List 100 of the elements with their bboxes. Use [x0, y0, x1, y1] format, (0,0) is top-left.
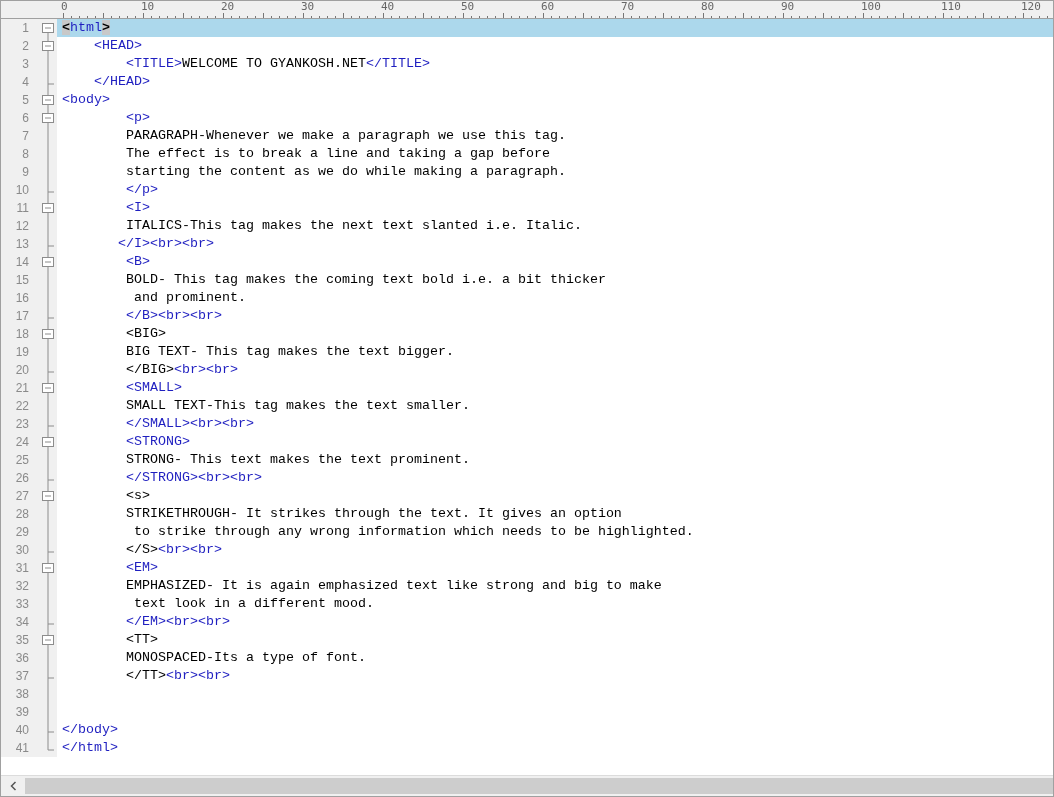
line-number: 18 — [14, 326, 29, 343]
line-number: 17 — [14, 308, 29, 325]
minus-box-icon[interactable] — [41, 559, 55, 577]
html-tag: </p> — [62, 182, 158, 197]
code-text: STRIKETHROUGH- It strikes through the text. It gives an option — [125, 506, 622, 521]
minus-box-icon[interactable] — [41, 109, 55, 127]
line-number: 27 — [14, 488, 29, 505]
ruler-number: 20 — [221, 1, 236, 13]
html-tag: </SMALL><br><br> — [62, 416, 254, 431]
minus-box-icon[interactable] — [41, 379, 55, 397]
line-number: 21 — [14, 380, 29, 397]
line-number: 29 — [14, 524, 29, 541]
line-number: 16 — [14, 290, 29, 307]
scrollbar-thumb[interactable] — [25, 778, 1053, 794]
line-number: 3 — [21, 56, 29, 73]
ruler-number: 110 — [941, 1, 962, 13]
line-number: 26 — [14, 470, 29, 487]
code-text: EMPHASIZED- It is again emphasized text like strong and big to make — [125, 578, 662, 593]
code-text: starting the content as we do while making a paragraph. — [125, 164, 566, 179]
line-number: 7 — [21, 128, 29, 145]
html-tag: <SMALL> — [62, 380, 182, 395]
code-text: WELCOME TO GYANKOSH.NET — [182, 56, 366, 71]
line-number: 20 — [14, 362, 29, 379]
ruler-number: 80 — [701, 1, 716, 13]
html-tag: <p> — [62, 110, 150, 125]
line-number: 39 — [14, 704, 29, 721]
minus-box-icon[interactable] — [41, 199, 55, 217]
html-tag: </TITLE> — [365, 56, 430, 71]
chevron-left-icon — [9, 781, 17, 791]
html-tag: <body> — [62, 92, 110, 107]
html-tag: <br><br> — [158, 542, 222, 557]
minus-box-icon[interactable] — [41, 253, 55, 271]
code-text: SMALL TEXT-This tag makes the text smaller. — [125, 398, 470, 413]
code-text: <TT> — [125, 632, 158, 647]
html-tag: </EM><br><br> — [62, 614, 230, 629]
html-tag: <I> — [62, 200, 150, 215]
line-number: 13 — [14, 236, 29, 253]
code-text: The effect is to break a line and taking a gap before — [125, 146, 550, 161]
line-number: 6 — [21, 110, 29, 127]
line-number: 11 — [15, 200, 29, 217]
code-text: </TT> — [125, 668, 166, 683]
line-number: 2 — [21, 38, 29, 55]
line-number: 10 — [14, 182, 29, 199]
code-text: </S> — [125, 542, 158, 557]
code-text: PARAGRAPH-Whenever we make a paragraph we use this tag. — [125, 128, 566, 143]
minus-box-icon[interactable] — [41, 433, 55, 451]
code-text: text look in a different mood. — [132, 596, 374, 611]
html-tag: <br><br> — [166, 668, 230, 683]
html-tag: </B><br><br> — [62, 308, 222, 323]
ruler-number: 0 — [61, 1, 69, 13]
line-number: 35 — [14, 632, 29, 649]
line-number: 36 — [14, 650, 29, 667]
ruler-number: 60 — [541, 1, 556, 13]
html-tag: <STRONG> — [62, 434, 190, 449]
line-number: 23 — [14, 416, 29, 433]
ruler-number: 40 — [381, 1, 396, 13]
code-text: ITALICS-This tag makes the next text slanted i.e. Italic. — [125, 218, 582, 233]
line-number: 28 — [14, 506, 29, 523]
ruler-number: 30 — [301, 1, 316, 13]
matched-bracket: < — [62, 20, 70, 35]
minus-box-icon[interactable] — [41, 37, 55, 55]
html-tag: <EM> — [62, 560, 158, 575]
html-tag: <br><br> — [174, 362, 238, 377]
line-number: 8 — [21, 146, 29, 163]
line-number: 25 — [14, 452, 29, 469]
line-number: 32 — [14, 578, 29, 595]
code-text: </BIG> — [125, 362, 174, 377]
minus-box-icon[interactable] — [41, 487, 55, 505]
ruler-number: 120 — [1021, 1, 1042, 13]
line-number: 24 — [14, 434, 29, 451]
code-text: STRONG- This text makes the text prominent. — [125, 452, 470, 467]
code-text: <s> — [125, 488, 150, 503]
code-text: <BIG> — [125, 326, 166, 341]
line-number: 19 — [14, 344, 29, 361]
ruler-number: 10 — [141, 1, 156, 13]
line-number: 5 — [21, 92, 29, 109]
line-number: 40 — [14, 722, 29, 739]
line-number: 38 — [14, 686, 29, 703]
ruler-number: 100 — [861, 1, 882, 13]
line-number: 41 — [14, 740, 29, 757]
line-number: 9 — [21, 164, 29, 181]
minus-box-icon[interactable] — [41, 325, 55, 343]
line-number: 1 — [21, 20, 29, 37]
html-tag: </STRONG><br><br> — [62, 470, 262, 485]
ruler-number: 90 — [781, 1, 796, 13]
line-number: 12 — [14, 218, 29, 235]
html-tag: </body> — [62, 722, 118, 737]
code-text: BOLD- This tag makes the coming text bold i.e. a bit thicker — [125, 272, 606, 287]
html-tag: <HEAD> — [62, 38, 142, 53]
line-number: 22 — [14, 398, 29, 415]
code-text: to strike through any wrong information which needs to be highlighted. — [132, 524, 694, 539]
html-tag: html — [70, 20, 102, 35]
line-number: 34 — [14, 614, 29, 631]
minus-box-icon[interactable] — [41, 631, 55, 649]
minus-box-icon[interactable] — [41, 91, 55, 109]
ruler-number: 50 — [461, 1, 476, 13]
line-number: 30 — [14, 542, 29, 559]
ruler-number: 70 — [621, 1, 636, 13]
line-number: 33 — [14, 596, 29, 613]
matched-bracket: > — [102, 20, 110, 35]
